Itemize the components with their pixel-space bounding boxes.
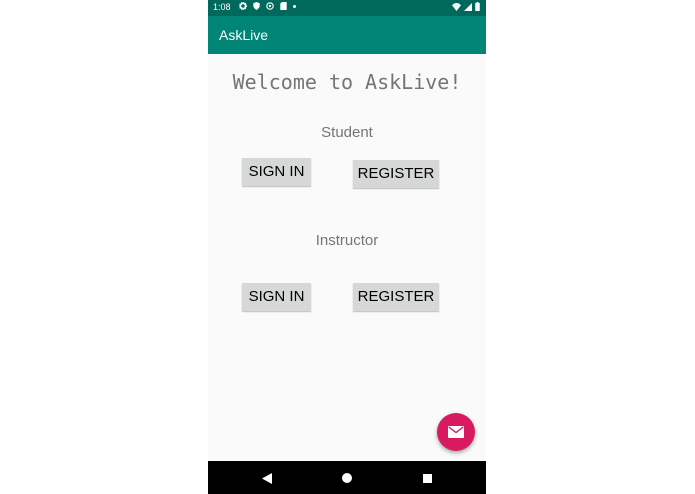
welcome-heading: Welcome to AskLive! [232, 70, 462, 94]
status-time: 1:08 [213, 2, 231, 12]
battery-icon [475, 2, 480, 11]
instructor-register-button[interactable]: REGISTER [353, 283, 439, 311]
instructor-sign-in-button[interactable]: SIGN IN [242, 283, 311, 311]
dot-icon [293, 4, 296, 8]
sync-icon [266, 2, 274, 10]
recents-button[interactable] [420, 471, 434, 485]
back-button[interactable] [260, 471, 274, 485]
student-label: Student [321, 124, 373, 141]
phone-screen: 1:08 AskLive Welcome to AskLive! Student… [208, 0, 486, 494]
home-icon [342, 473, 352, 483]
navigation-bar [208, 461, 486, 494]
status-system-icons [452, 2, 480, 11]
student-register-button[interactable]: REGISTER [353, 160, 439, 188]
status-bar: 1:08 [208, 0, 486, 16]
app-bar: AskLive [208, 16, 486, 54]
status-notification-icons [239, 2, 296, 10]
recents-icon [422, 473, 432, 483]
student-sign-in-button[interactable]: SIGN IN [242, 158, 311, 186]
back-icon [262, 472, 272, 484]
signal-icon [464, 2, 472, 11]
home-button[interactable] [340, 471, 354, 485]
gear-icon [239, 2, 247, 10]
sd-card-icon [280, 2, 287, 10]
instructor-label: Instructor [315, 232, 379, 249]
wifi-icon [452, 2, 461, 11]
mail-icon [448, 426, 464, 438]
shield-icon [253, 2, 260, 10]
mail-fab[interactable] [437, 413, 475, 451]
app-title: AskLive [219, 27, 269, 43]
